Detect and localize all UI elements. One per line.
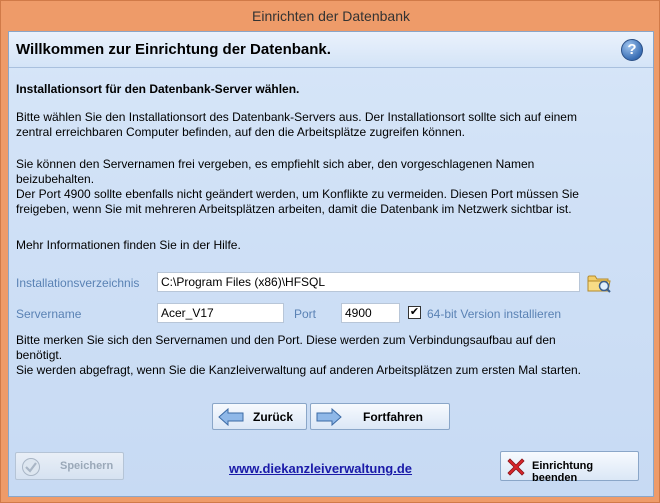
server-info-line-2: beizubehalten. [16,172,95,186]
intro-line-2: zentral erreichbaren Computer befinden, … [16,125,465,139]
dialog-header: Willkommen zur Einrichtung der Datenbank… [9,32,653,68]
server-info-line-3: Der Port 4900 sollte ebenfalls nicht geä… [16,187,579,201]
browse-folder-button[interactable] [586,270,612,294]
servername-field[interactable]: Acer_V17 [157,303,284,323]
arrow-left-icon [218,408,244,426]
cancel-setup-button-label: Einrichtung beenden [532,460,594,484]
reminder-line-1: Bitte merken Sie sich den Servernamen un… [16,333,556,347]
intro-paragraph: Bitte wählen Sie den Installationsort de… [16,110,646,140]
reminder-line-3: Sie werden abgefragt, wenn Sie die Kanzl… [16,363,581,377]
port-field[interactable]: 4900 [341,303,400,323]
back-button[interactable]: Zurück [212,403,307,430]
header-title: Willkommen zur Einrichtung der Datenbank… [16,41,331,58]
64bit-checkbox-label[interactable]: 64-bit Version installieren [427,307,561,321]
server-info-paragraph: Sie können den Servernamen frei vergeben… [16,157,646,217]
close-icon [507,458,525,476]
save-button[interactable]: Speichern [15,452,124,480]
help-icon[interactable]: ? [621,39,643,61]
server-info-line-1: Sie können den Servernamen frei vergeben… [16,157,535,171]
website-link[interactable]: www.diekanzleiverwaltung.de [229,461,412,476]
dialog-content: Willkommen zur Einrichtung der Datenbank… [8,31,654,497]
section-title: Installationsort für den Datenbank-Serve… [16,82,300,96]
back-button-label: Zurück [253,410,294,424]
save-button-label: Speichern [60,460,114,472]
checkmark-icon [22,458,40,476]
arrow-right-icon [316,408,342,426]
64bit-checkbox[interactable]: ✔ [408,306,421,319]
install-dir-field[interactable]: C:\Program Files (x86)\HFSQL [157,272,580,292]
reminder-paragraph: Bitte merken Sie sich den Servernamen un… [16,333,646,378]
next-button[interactable]: Fortfahren [310,403,450,430]
servername-label: Servername [16,307,82,321]
reminder-line-2: benötigt. [16,348,63,362]
server-info-line-4: freigeben, wenn Sie mit mehreren Arbeits… [16,202,572,216]
next-button-label: Fortfahren [363,410,423,424]
intro-line-1: Bitte wählen Sie den Installationsort de… [16,110,577,124]
help-hint: Mehr Informationen finden Sie in der Hil… [16,238,241,252]
window-title: Einrichten der Datenbank [252,8,410,24]
cancel-setup-button[interactable]: Einrichtung beenden [500,451,639,484]
install-dir-label: Installationsverzeichnis [16,276,140,290]
port-label: Port [294,307,317,321]
dialog-window: Einrichten der Datenbank Willkommen zur … [0,0,660,503]
folder-search-icon [587,275,611,293]
